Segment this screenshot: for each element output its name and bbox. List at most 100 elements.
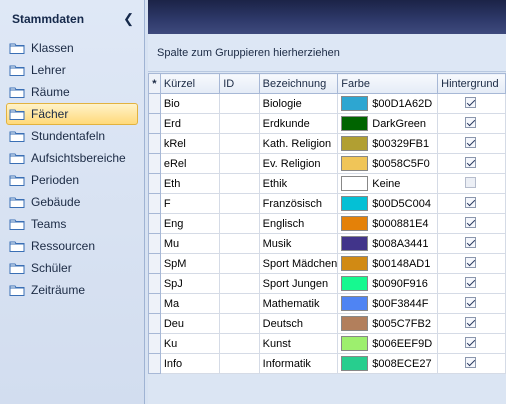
row-indicator[interactable] <box>148 253 161 274</box>
cell-hintergrund[interactable] <box>437 333 506 354</box>
column-header-bezeichnung[interactable]: Bezeichnung <box>258 73 339 94</box>
cell-bezeichnung[interactable]: Musik <box>258 233 339 254</box>
table-row[interactable]: Ku Kunst $006EEF9D <box>148 333 506 354</box>
row-indicator[interactable] <box>148 333 161 354</box>
column-header-id[interactable]: ID <box>219 73 260 94</box>
cell-bezeichnung[interactable]: Ev. Religion <box>258 153 339 174</box>
group-by-panel[interactable]: Spalte zum Gruppieren hierherziehen <box>148 34 506 72</box>
cell-id[interactable] <box>219 213 260 234</box>
row-indicator[interactable] <box>148 93 161 114</box>
cell-hintergrund[interactable] <box>437 113 506 134</box>
cell-id[interactable] <box>219 113 260 134</box>
sidebar-item[interactable]: Schüler <box>6 257 138 279</box>
chevron-left-icon[interactable]: ❮ <box>123 11 134 27</box>
cell-farbe[interactable]: $000881E4 <box>337 213 439 234</box>
table-row[interactable]: SpM Sport Mädchen $00148AD1 <box>148 253 506 274</box>
cell-farbe[interactable]: $005C7FB2 <box>337 313 439 334</box>
hintergrund-checkbox[interactable] <box>465 296 477 308</box>
cell-kuerzel[interactable]: kRel <box>159 133 221 154</box>
hintergrund-checkbox[interactable] <box>465 116 477 128</box>
sidebar-item[interactable]: Räume <box>6 81 138 103</box>
cell-farbe[interactable]: $008ECE27 <box>337 353 439 374</box>
row-indicator[interactable] <box>148 273 161 294</box>
cell-kuerzel[interactable]: Deu <box>159 313 221 334</box>
cell-farbe[interactable]: $00148AD1 <box>337 253 439 274</box>
table-row[interactable]: Erd Erdkunde DarkGreen <box>148 113 506 134</box>
row-indicator[interactable] <box>148 313 161 334</box>
cell-id[interactable] <box>219 193 260 214</box>
cell-bezeichnung[interactable]: Kunst <box>258 333 339 354</box>
cell-hintergrund[interactable] <box>437 133 506 154</box>
cell-id[interactable] <box>219 273 260 294</box>
row-indicator[interactable] <box>148 113 161 134</box>
cell-farbe[interactable]: Keine <box>337 173 439 194</box>
table-row[interactable]: Deu Deutsch $005C7FB2 <box>148 313 506 334</box>
cell-farbe[interactable]: $00329FB1 <box>337 133 439 154</box>
cell-id[interactable] <box>219 353 260 374</box>
table-row[interactable]: Ma Mathematik $00F3844F <box>148 293 506 314</box>
hintergrund-checkbox[interactable] <box>465 236 477 248</box>
hintergrund-checkbox[interactable] <box>465 356 477 368</box>
table-row[interactable]: Eng Englisch $000881E4 <box>148 213 506 234</box>
cell-kuerzel[interactable]: Info <box>159 353 221 374</box>
cell-id[interactable] <box>219 293 260 314</box>
cell-bezeichnung[interactable]: Mathematik <box>258 293 339 314</box>
row-indicator[interactable] <box>148 353 161 374</box>
table-row[interactable]: Mu Musik $008A3441 <box>148 233 506 254</box>
sidebar-item[interactable]: Ressourcen <box>6 235 138 257</box>
cell-kuerzel[interactable]: Ma <box>159 293 221 314</box>
cell-hintergrund[interactable] <box>437 233 506 254</box>
cell-id[interactable] <box>219 253 260 274</box>
cell-bezeichnung[interactable]: Informatik <box>258 353 339 374</box>
cell-id[interactable] <box>219 133 260 154</box>
table-row[interactable]: Bio Biologie $00D1A62D <box>148 93 506 114</box>
cell-bezeichnung[interactable]: Sport Mädchen <box>258 253 339 274</box>
cell-bezeichnung[interactable]: Biologie <box>258 93 339 114</box>
table-row[interactable]: Info Informatik $008ECE27 <box>148 353 506 374</box>
cell-id[interactable] <box>219 93 260 114</box>
cell-kuerzel[interactable]: Eng <box>159 213 221 234</box>
cell-hintergrund[interactable] <box>437 273 506 294</box>
cell-bezeichnung[interactable]: Französisch <box>258 193 339 214</box>
cell-id[interactable] <box>219 313 260 334</box>
row-indicator[interactable] <box>148 293 161 314</box>
cell-id[interactable] <box>219 333 260 354</box>
hintergrund-checkbox[interactable] <box>465 196 477 208</box>
cell-kuerzel[interactable]: F <box>159 193 221 214</box>
cell-farbe[interactable]: DarkGreen <box>337 113 439 134</box>
column-header-hintergrund[interactable]: Hintergrund <box>437 73 506 94</box>
hintergrund-checkbox[interactable] <box>465 256 477 268</box>
cell-hintergrund[interactable] <box>437 253 506 274</box>
hintergrund-checkbox[interactable] <box>465 156 477 168</box>
cell-bezeichnung[interactable]: Kath. Religion <box>258 133 339 154</box>
column-header-kuerzel[interactable]: Kürzel <box>159 73 221 94</box>
row-indicator[interactable] <box>148 173 161 194</box>
hintergrund-checkbox[interactable] <box>465 336 477 348</box>
cell-farbe[interactable]: $006EEF9D <box>337 333 439 354</box>
cell-hintergrund[interactable] <box>437 93 506 114</box>
sidebar-item[interactable]: Fächer <box>6 103 138 125</box>
sidebar-item[interactable]: Gebäude <box>6 191 138 213</box>
cell-bezeichnung[interactable]: Deutsch <box>258 313 339 334</box>
cell-hintergrund[interactable] <box>437 353 506 374</box>
cell-hintergrund[interactable] <box>437 313 506 334</box>
cell-hintergrund[interactable] <box>437 213 506 234</box>
cell-farbe[interactable]: $0090F916 <box>337 273 439 294</box>
sidebar-item[interactable]: Lehrer <box>6 59 138 81</box>
cell-farbe[interactable]: $00D1A62D <box>337 93 439 114</box>
cell-hintergrund[interactable] <box>437 293 506 314</box>
table-row[interactable]: F Französisch $00D5C004 <box>148 193 506 214</box>
cell-bezeichnung[interactable]: Englisch <box>258 213 339 234</box>
cell-id[interactable] <box>219 233 260 254</box>
cell-hintergrund[interactable] <box>437 193 506 214</box>
sidebar-item[interactable]: Aufsichtsbereiche <box>6 147 138 169</box>
hintergrund-checkbox[interactable] <box>465 96 477 108</box>
cell-kuerzel[interactable]: Ku <box>159 333 221 354</box>
cell-hintergrund[interactable] <box>437 173 506 194</box>
sidebar-item[interactable]: Klassen <box>6 37 138 59</box>
sidebar-item[interactable]: Teams <box>6 213 138 235</box>
hintergrund-checkbox[interactable] <box>465 316 477 328</box>
sidebar-item[interactable]: Stundentafeln <box>6 125 138 147</box>
cell-farbe[interactable]: $00F3844F <box>337 293 439 314</box>
row-indicator[interactable] <box>148 153 161 174</box>
